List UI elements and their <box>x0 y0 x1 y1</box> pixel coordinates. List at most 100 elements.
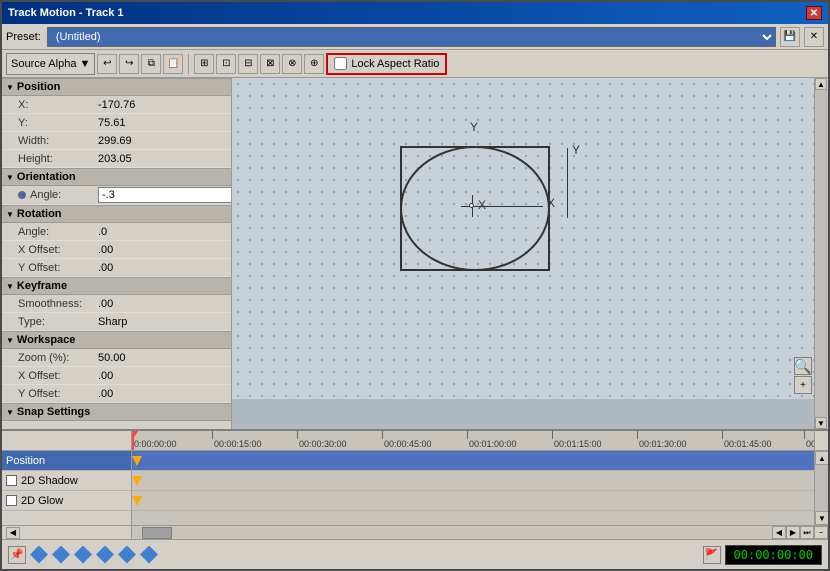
undo-button[interactable]: ↩ <box>97 54 117 74</box>
orientation-header-label: Orientation <box>17 171 76 183</box>
bottom-flag-icon: 🚩 <box>703 546 721 564</box>
keyframe-shadow[interactable] <box>132 476 142 486</box>
hscroll-left-button[interactable]: ◀ <box>6 527 20 539</box>
position-y-row: Y: 75.61 <box>2 114 231 132</box>
position-section-header: ▼ Position <box>2 78 231 96</box>
toolbar: Source Alpha ▼ ↩ ↪ ⧉ 📋 ⊞ ⊡ ⊟ ⊠ ⊗ ⊕ Lock … <box>2 50 828 78</box>
collapse-icon: ▼ <box>6 83 14 92</box>
keyframe-btn-3[interactable] <box>74 546 92 564</box>
x-axis-label: X <box>547 196 555 210</box>
align-btn2[interactable]: ⊡ <box>216 54 236 74</box>
position-width-label: Width: <box>18 135 98 147</box>
collapse-icon-orient: ▼ <box>6 173 14 182</box>
workspace-xoffset-row: X Offset: .00 <box>2 367 231 385</box>
redo-button[interactable]: ↪ <box>119 54 139 74</box>
hscroll-end-button[interactable]: ⏭ <box>800 526 814 539</box>
track-content-glow <box>132 491 814 511</box>
lock-aspect-checkbox[interactable] <box>334 57 347 70</box>
close-button[interactable]: ✕ <box>806 6 822 20</box>
track-shadow-label: 2D Shadow <box>21 475 78 487</box>
paste-button[interactable]: 📋 <box>163 54 183 74</box>
ruler-mark-6: 00:01:30:00 <box>637 431 687 450</box>
timeline-scroll-track[interactable] <box>815 465 828 511</box>
hscroll-minus-button[interactable]: − <box>814 526 828 539</box>
align-btn6[interactable]: ⊕ <box>304 54 324 74</box>
hscroll-prev-button[interactable]: ◀ <box>772 526 786 539</box>
align-btn5[interactable]: ⊗ <box>282 54 302 74</box>
lock-aspect-label: Lock Aspect Ratio <box>351 58 439 70</box>
ruler-label-3: 00:00:45:00 <box>384 439 432 449</box>
zoom-in-button[interactable]: 🔍 <box>794 357 812 375</box>
save-preset-button[interactable]: 💾 <box>780 27 800 47</box>
timeline-scroll-up[interactable]: ▲ <box>815 451 828 465</box>
align-btn4[interactable]: ⊠ <box>260 54 280 74</box>
scroll-down-button[interactable]: ▼ <box>815 417 827 429</box>
timeline-horizontal-scrollbar: ◀ ◀ ▶ ⏭ − <box>2 525 828 539</box>
ruler-mark-2: 00:00:30:00 <box>297 431 347 450</box>
preset-select[interactable]: (Untitled) <box>47 27 776 47</box>
track-content <box>132 451 814 525</box>
rotation-section-header: ▼ Rotation <box>2 205 231 223</box>
source-alpha-dropdown[interactable]: Source Alpha ▼ <box>6 53 95 75</box>
keyframe-btn-2[interactable] <box>52 546 70 564</box>
canvas-vertical-scrollbar[interactable]: ▲ ▼ <box>814 78 828 429</box>
rotation-xoffset-value: .00 <box>98 244 227 256</box>
collapse-icon-rot: ▼ <box>6 210 14 219</box>
timeline-vertical-scroll[interactable]: ▲ ▼ <box>814 451 828 525</box>
timeline-scroll-top <box>814 431 828 450</box>
hscroll-track[interactable] <box>132 526 772 539</box>
bottom-bar: 📌 🚩 00:00:00:00 <box>2 539 828 569</box>
bottom-snap-button[interactable]: 📌 <box>8 546 26 564</box>
bottom-left-controls: 📌 <box>8 546 158 564</box>
ruler-marks: 0:00:00:00 00:00:15:00 00:00:30:00 00:00… <box>132 431 814 450</box>
ruler-offset <box>2 431 132 450</box>
window-title: Track Motion - Track 1 <box>8 7 124 19</box>
copy-button[interactable]: ⧉ <box>141 54 161 74</box>
align-btn3[interactable]: ⊟ <box>238 54 258 74</box>
collapse-icon-ws: ▼ <box>6 336 14 345</box>
ruler-label-2: 00:00:30:00 <box>299 439 347 449</box>
keyframe-glow[interactable] <box>132 496 142 506</box>
rotation-yoffset-label: Y Offset: <box>18 262 98 274</box>
timeline-scroll-down[interactable]: ▼ <box>815 511 828 525</box>
position-height-row: Height: 203.05 <box>2 150 231 168</box>
orientation-section-header: ▼ Orientation <box>2 168 231 186</box>
keyframe-btn-1[interactable] <box>30 546 48 564</box>
canvas-area[interactable]: Y X X Y <box>232 78 814 429</box>
title-bar: Track Motion - Track 1 ✕ <box>2 2 828 24</box>
keyframe-btn-6[interactable] <box>140 546 158 564</box>
delete-preset-button[interactable]: ✕ <box>804 27 824 47</box>
hscroll-play-button[interactable]: ▶ <box>786 526 800 539</box>
ruler-mark-3: 00:00:45:00 <box>382 431 432 450</box>
zoom-out-button[interactable]: + <box>794 376 812 394</box>
rotation-angle-value: .0 <box>98 226 227 238</box>
scroll-track[interactable] <box>815 90 828 417</box>
track-content-position <box>132 451 814 471</box>
position-y-label: Y: <box>18 117 98 129</box>
workspace-zoom-row: Zoom (%): 50.00 <box>2 349 231 367</box>
x-axis-crosshair-label: X <box>478 198 486 212</box>
preset-bar: Preset: (Untitled) 💾 ✕ <box>2 24 828 50</box>
keyframe-position[interactable] <box>132 456 142 466</box>
rotation-xoffset-label: X Offset: <box>18 244 98 256</box>
position-y-value: 75.61 <box>98 117 227 129</box>
workspace-section-header: ▼ Workspace <box>2 331 231 349</box>
track-circle <box>400 146 550 271</box>
keyframe-btn-5[interactable] <box>118 546 136 564</box>
rotation-angle-label: Angle: <box>18 226 98 238</box>
hscroll-thumb[interactable] <box>142 527 172 539</box>
ruler-mark-5: 00:01:15:00 <box>552 431 602 450</box>
y-axis-line <box>567 148 568 218</box>
track-glow-checkbox[interactable] <box>6 495 17 506</box>
keyframe-btn-4[interactable] <box>96 546 114 564</box>
workspace-yoffset-value: .00 <box>98 388 227 400</box>
position-width-row: Width: 299.69 <box>2 132 231 150</box>
properties-scroll[interactable]: ▼ Position X: -170.76 Y: 75.61 Width: 29… <box>2 78 231 429</box>
orientation-angle-input[interactable] <box>98 187 231 203</box>
track-label-shadow: 2D Shadow <box>2 471 131 491</box>
scroll-up-button[interactable]: ▲ <box>815 78 827 90</box>
dropdown-arrow-icon: ▼ <box>79 58 90 70</box>
align-btn1[interactable]: ⊞ <box>194 54 214 74</box>
track-shadow-checkbox[interactable] <box>6 475 17 486</box>
workspace-xoffset-label: X Offset: <box>18 370 98 382</box>
